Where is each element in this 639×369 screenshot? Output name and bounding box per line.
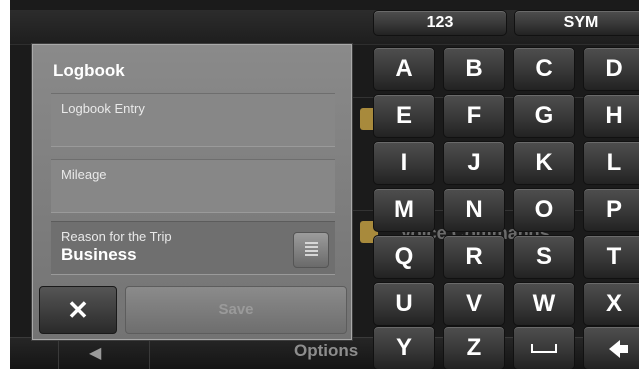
field-label: Logbook Entry	[61, 101, 145, 116]
list-icon	[305, 242, 318, 258]
back-button: ◀	[58, 338, 150, 369]
key-j[interactable]: J	[443, 141, 505, 185]
reason-picker-button[interactable]	[293, 232, 329, 268]
key-w[interactable]: W	[513, 282, 575, 326]
key-s[interactable]: S	[513, 235, 575, 279]
space-icon	[531, 344, 557, 354]
app-screen: Voice Commands ◀ Options Logbook Logbook…	[10, 0, 639, 369]
key-e[interactable]: E	[373, 94, 435, 138]
key-y[interactable]: Y	[373, 326, 435, 369]
back-arrow-icon: ◀	[89, 345, 102, 362]
key-c[interactable]: C	[513, 47, 575, 91]
close-icon: ✕	[67, 295, 89, 325]
field-label: Mileage	[61, 167, 107, 182]
key-q[interactable]: Q	[373, 235, 435, 279]
logbook-dialog: Logbook Logbook Entry Mileage Reason for…	[32, 44, 352, 340]
reason-value: Business	[61, 245, 137, 264]
key-b[interactable]: B	[443, 47, 505, 91]
key-h[interactable]: H	[583, 94, 639, 138]
mileage-field[interactable]: Mileage	[51, 159, 335, 213]
key-r[interactable]: R	[443, 235, 505, 279]
key-l[interactable]: L	[583, 141, 639, 185]
key-m[interactable]: M	[373, 188, 435, 232]
key-v[interactable]: V	[443, 282, 505, 326]
options-label: Options	[294, 341, 359, 360]
key-t[interactable]: T	[583, 235, 639, 279]
backspace-arrow-icon	[608, 339, 628, 358]
logbook-entry-field[interactable]: Logbook Entry	[51, 93, 335, 147]
key-g[interactable]: G	[513, 94, 575, 138]
save-button[interactable]: Save	[125, 286, 347, 334]
key-space[interactable]	[513, 326, 575, 369]
key-k[interactable]: K	[513, 141, 575, 185]
key-d[interactable]: D	[583, 47, 639, 91]
key-p[interactable]: P	[583, 188, 639, 232]
key-n[interactable]: N	[443, 188, 505, 232]
key-backspace[interactable]	[583, 326, 639, 369]
field-label: Reason for the Trip	[61, 229, 172, 244]
key-a[interactable]: A	[373, 47, 435, 91]
key-f[interactable]: F	[443, 94, 505, 138]
close-button[interactable]: ✕	[39, 286, 117, 334]
dialog-title: Logbook	[53, 61, 125, 80]
key-mode-sym[interactable]: SYM	[514, 10, 639, 36]
key-i[interactable]: I	[373, 141, 435, 185]
key-o[interactable]: O	[513, 188, 575, 232]
reason-field[interactable]: Reason for the Trip Business	[51, 221, 335, 275]
key-mode-123[interactable]: 123	[373, 10, 507, 36]
key-u[interactable]: U	[373, 282, 435, 326]
key-z[interactable]: Z	[443, 326, 505, 369]
key-x[interactable]: X	[583, 282, 639, 326]
